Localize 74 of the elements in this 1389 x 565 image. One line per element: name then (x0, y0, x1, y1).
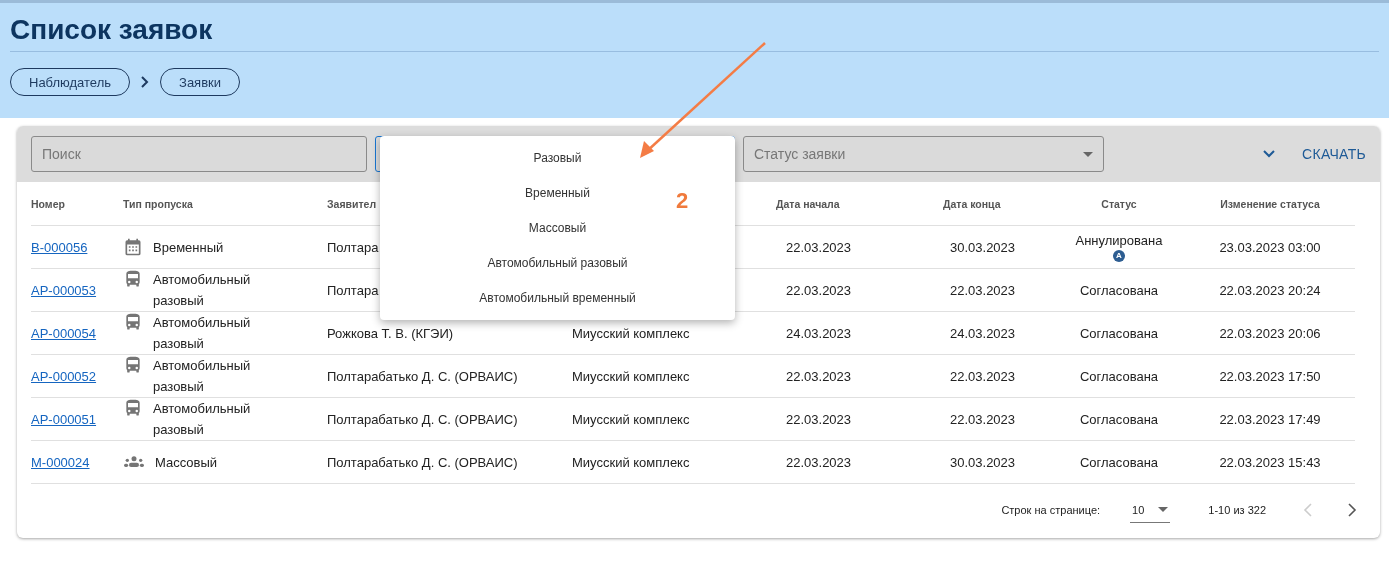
table-cell: 22.03.2023 (786, 282, 852, 298)
download-button[interactable]: СКАЧАТЬ (1302, 146, 1366, 162)
table-cell: 22.03.2023 17:49 (1219, 411, 1321, 427)
table-cell: 30.03.2023 (950, 454, 1016, 470)
status-badge: A (1113, 249, 1125, 262)
table-cell: Полтара (327, 239, 379, 255)
column-header: Номер (31, 197, 65, 210)
table-cell-text: Массовый (155, 453, 218, 472)
rows-per-page-select[interactable]: 10 (1130, 497, 1171, 523)
table-cell: Миусский комплекс (572, 325, 690, 341)
table-cell: 22.03.2023 (950, 411, 1016, 427)
table-cell: Согласована (1079, 368, 1159, 384)
table-cell: 23.03.2023 03:00 (1219, 239, 1321, 255)
table-cell: 24.03.2023 (950, 325, 1016, 341)
table-cell: 22.03.2023 (786, 411, 852, 427)
bus-icon (123, 269, 143, 289)
table-cell: Рожкова Т. В. (КГЭИ) (327, 325, 454, 341)
menu-item[interactable]: Автомобильный временный (380, 280, 735, 315)
page-range: 1-10 из 322 (1208, 504, 1266, 516)
column-header: Дата конца (943, 197, 1001, 210)
bus-icon (123, 355, 143, 375)
table-cell: Согласована (1079, 454, 1159, 470)
page-title: Список заявок (10, 13, 1379, 52)
column-header: Статус (1101, 197, 1137, 210)
table-cell: 22.03.2023 (786, 454, 852, 470)
table-cell: Согласована (1079, 411, 1159, 427)
table-cell: 22.03.2023 17:50 (1219, 368, 1321, 384)
table-cell: 22.03.2023 (950, 368, 1016, 384)
dropdown-arrow-icon (1083, 151, 1093, 157)
column-header: Тип пропуска (123, 197, 193, 210)
table-cell: Аннулирована (1075, 232, 1163, 248)
calendar-icon (123, 236, 143, 257)
table-cell: 30.03.2023 (950, 239, 1016, 255)
table-cell-text: Автомобильный разовый (153, 271, 252, 310)
table-cell: 22.03.2023 15:43 (1219, 454, 1321, 470)
table-cell: Полтара (327, 282, 379, 298)
table-cell-text: Автомобильный разовый (153, 357, 252, 396)
table-cell: Согласована (1079, 282, 1159, 298)
request-link[interactable]: М-000024 (31, 454, 90, 470)
bus-icon (123, 312, 143, 332)
table-cell-text: Автомобильный разовый (153, 400, 252, 439)
table-cell: 22.03.2023 20:24 (1219, 282, 1321, 298)
table-cell: Миусский комплекс (572, 411, 690, 427)
menu-item[interactable]: Разовый (380, 140, 735, 175)
dropdown-arrow-icon (1158, 507, 1169, 512)
column-header: Дата начала (776, 197, 840, 210)
request-link[interactable]: АР-000054 (31, 325, 97, 341)
table-cell: Полтарабатько Д. С. (ОРВАИС) (327, 454, 518, 470)
chevron-right-icon (1347, 503, 1357, 517)
request-link[interactable]: АР-000053 (31, 282, 97, 298)
table-cell: Миусский комплекс (572, 454, 690, 470)
request-link[interactable]: В-000056 (31, 239, 88, 255)
menu-item[interactable]: Автомобильный разовый (380, 245, 735, 280)
chevron-right-icon (140, 76, 151, 88)
table-cell: 24.03.2023 (786, 325, 852, 341)
table-cell: 22.03.2023 (786, 239, 852, 255)
table-cell: 22.03.2023 (950, 282, 1016, 298)
request-link[interactable]: АР-000052 (31, 368, 97, 384)
table-cell: Миусский комплекс (572, 368, 690, 384)
chevron-left-icon (1303, 503, 1313, 517)
chevron-down-icon[interactable] (1262, 149, 1277, 159)
table-cell: Согласована (1079, 325, 1159, 341)
column-header: Изменение статуса (1220, 197, 1320, 210)
table-cell: Полтарабатько Д. С. (ОРВАИС) (327, 368, 518, 384)
search-field[interactable]: Поиск (31, 136, 367, 172)
rows-per-page-label: Строк на странице: (1001, 504, 1101, 516)
column-header: Заявител (327, 197, 377, 210)
table-cell-text: Временный (153, 238, 224, 257)
request-link[interactable]: АР-000051 (31, 411, 97, 427)
table-cell: 22.03.2023 (786, 368, 852, 384)
table-cell: 22.03.2023 20:06 (1219, 325, 1321, 341)
bus-icon (123, 398, 143, 418)
table-cell-text: Автомобильный разовый (153, 314, 252, 353)
table-cell: Полтарабатько Д. С. (ОРВАИС) (327, 411, 518, 427)
